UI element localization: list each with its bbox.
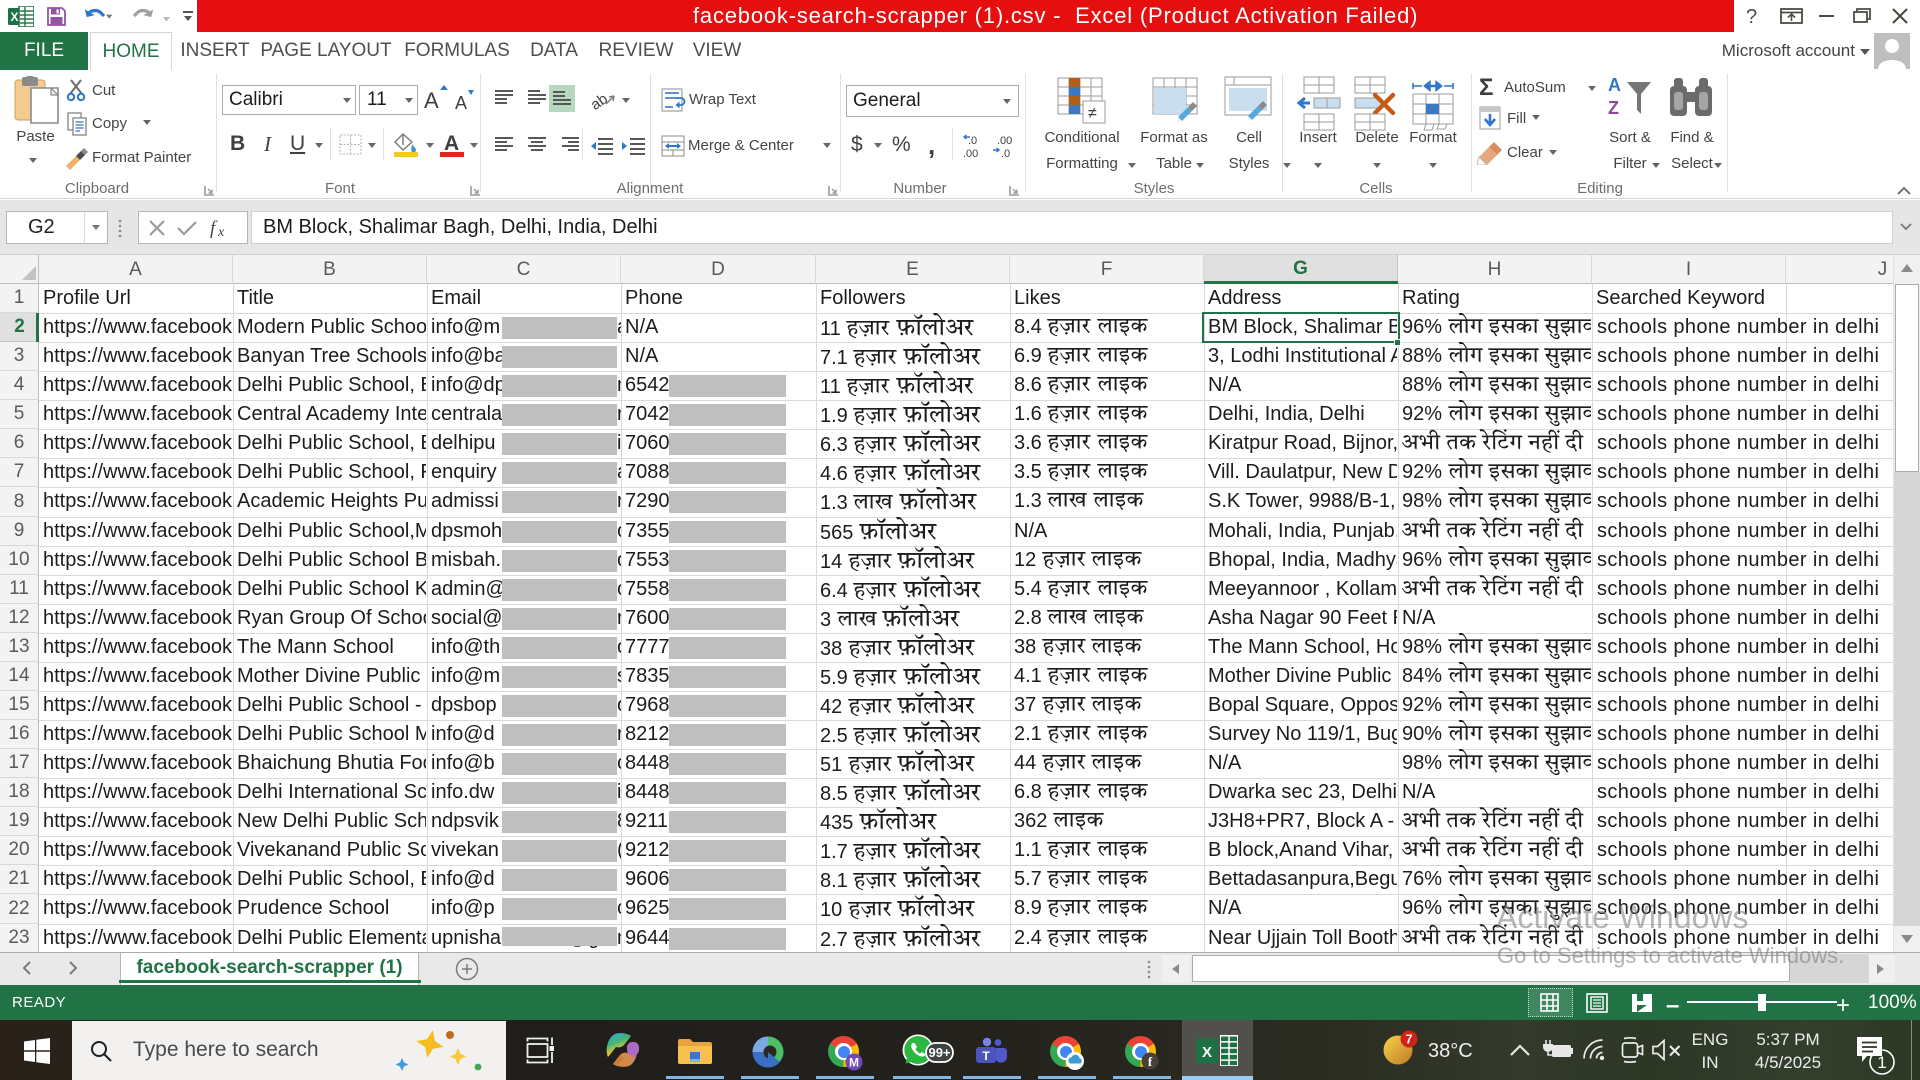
svg-text:.0: .0	[1001, 148, 1010, 160]
svg-text:A: A	[1608, 75, 1621, 95]
svg-text:?: ?	[1746, 6, 1757, 27]
svg-text:Z: Z	[1608, 98, 1619, 118]
svg-text:X: X	[10, 10, 18, 24]
svg-text:X: X	[1202, 1044, 1212, 1061]
svg-text:x: x	[217, 225, 225, 238]
svg-text:A: A	[444, 132, 459, 155]
svg-text:.00: .00	[997, 135, 1012, 147]
svg-text:≠: ≠	[1088, 105, 1097, 122]
svg-text:M: M	[849, 1056, 859, 1070]
svg-text:f: f	[1148, 1054, 1153, 1069]
svg-text:1: 1	[1877, 1053, 1886, 1072]
svg-text:7: 7	[1406, 1033, 1413, 1047]
svg-text:.00: .00	[963, 148, 978, 160]
svg-text:99+: 99+	[928, 1045, 950, 1060]
svg-text:T: T	[982, 1049, 990, 1063]
svg-text:f: f	[210, 218, 218, 238]
